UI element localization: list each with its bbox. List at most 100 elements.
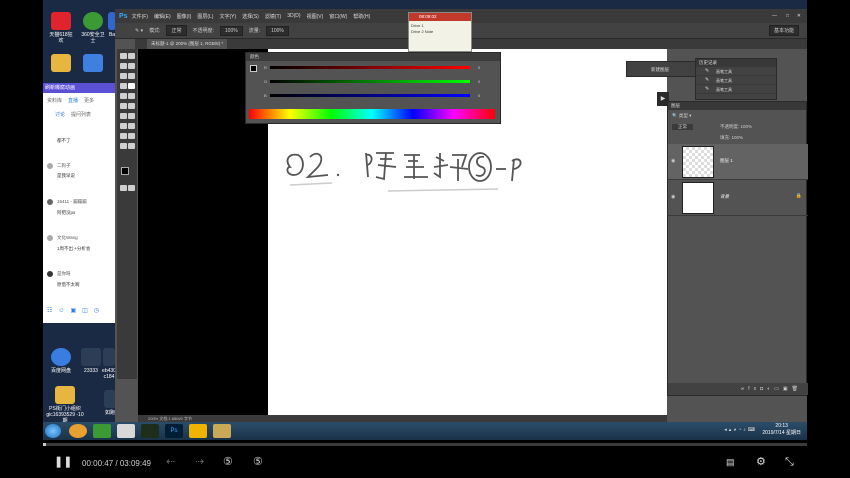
blend-mode-select[interactable]: 正常 bbox=[672, 124, 693, 130]
maximize-button[interactable]: □ bbox=[786, 13, 789, 19]
fg-swatch[interactable] bbox=[250, 65, 257, 72]
pen-tool-icon[interactable] bbox=[120, 123, 127, 129]
red-slider[interactable] bbox=[270, 66, 470, 69]
move-tool-icon[interactable] bbox=[120, 53, 127, 59]
minimize-button[interactable]: — bbox=[772, 13, 777, 19]
tab-library[interactable]: 资料库 bbox=[47, 97, 62, 104]
taskbar-browser-icon[interactable] bbox=[117, 424, 135, 438]
layer-name[interactable]: 图层 1 bbox=[720, 158, 733, 164]
menu-file[interactable]: 文件(F) bbox=[132, 13, 148, 20]
menu-3d[interactable]: 3D(D) bbox=[287, 13, 300, 19]
document-tab[interactable]: 未标题-1 @ 200% (图层 1, RGB/8) * bbox=[147, 39, 228, 49]
layer-opacity[interactable]: 不透明度: 100% bbox=[720, 124, 752, 130]
stamp-tool-icon[interactable] bbox=[120, 93, 127, 99]
path-select-tool-icon[interactable] bbox=[120, 133, 127, 139]
eye-icon[interactable]: ◉ bbox=[671, 158, 675, 164]
workspace-select[interactable]: 基本功能 bbox=[768, 25, 799, 36]
eye-icon[interactable]: ◉ bbox=[671, 194, 675, 200]
layer-row[interactable]: ◉ 背景 🔒 bbox=[668, 180, 808, 216]
crop-tool-icon[interactable] bbox=[120, 73, 127, 79]
menu-help[interactable]: 帮助(H) bbox=[353, 13, 370, 20]
history-brush-tool-icon[interactable] bbox=[128, 93, 135, 99]
mode-select[interactable]: 正常 bbox=[166, 25, 187, 36]
system-tray-icons[interactable]: ◂▴◕◔♪⌨ bbox=[724, 427, 757, 433]
layer-fill[interactable]: 填充: 100% bbox=[720, 135, 743, 141]
blur-tool-icon[interactable] bbox=[120, 113, 127, 119]
healing-tool-icon[interactable] bbox=[120, 83, 127, 89]
history-item[interactable]: 画笔工具 bbox=[696, 85, 776, 94]
shape-tool-icon[interactable] bbox=[128, 133, 135, 139]
bird-desktop-icon[interactable] bbox=[79, 54, 107, 74]
eraser-tool-icon[interactable] bbox=[120, 103, 127, 109]
chat-toolbar[interactable]: ☷☺▣◫◷ bbox=[47, 307, 105, 314]
sticky-note-window[interactable]: 08:09:02 Drive 1 Drive 2 Note bbox=[408, 12, 472, 52]
menu-type[interactable]: 文字(Y) bbox=[219, 13, 236, 20]
history-collapsed-panel[interactable]: 新建图层 bbox=[626, 61, 706, 77]
zoom-tool-icon[interactable] bbox=[128, 143, 135, 149]
opacity-field[interactable]: 100% bbox=[219, 25, 243, 36]
previous-icon[interactable]: ⇠ bbox=[166, 456, 175, 468]
pause-icon[interactable]: ❚❚ bbox=[54, 456, 72, 468]
next-icon[interactable]: ⇢ bbox=[195, 456, 204, 468]
history-item[interactable]: 画笔工具 bbox=[696, 76, 776, 85]
subtitle-icon[interactable]: ▤ bbox=[726, 456, 735, 468]
taskbar-360-icon[interactable] bbox=[93, 424, 111, 438]
screen-mode-icon[interactable] bbox=[128, 185, 135, 191]
lasso-tool-icon[interactable] bbox=[120, 63, 127, 69]
flow-field[interactable]: 100% bbox=[266, 25, 289, 36]
green-value[interactable]: 0 bbox=[478, 79, 480, 84]
tab-more[interactable]: 更多 bbox=[84, 97, 94, 104]
tab-questions[interactable]: 提问列表 bbox=[71, 111, 91, 118]
tab-live[interactable]: 直播 bbox=[68, 97, 78, 104]
brush-preset-icon[interactable]: ✎ ▾ bbox=[135, 28, 143, 34]
menu-view[interactable]: 视图(V) bbox=[307, 13, 324, 20]
tmall-icon bbox=[51, 12, 71, 30]
layer-name[interactable]: 背景 bbox=[720, 194, 729, 200]
rewind-5s-icon[interactable]: ⑤ bbox=[223, 456, 233, 468]
red-value[interactable]: 0 bbox=[478, 65, 480, 70]
gear-icon[interactable]: ⚙ bbox=[756, 456, 766, 468]
hand-tool-icon[interactable] bbox=[120, 143, 127, 149]
color-spectrum[interactable] bbox=[249, 109, 495, 119]
taskbar-clock[interactable]: 20:13 2019/7/14 星期日 bbox=[762, 423, 801, 437]
360-icon bbox=[83, 12, 103, 30]
forward-5s-icon[interactable]: ⑤ bbox=[253, 456, 263, 468]
tmall-desktop-icon[interactable]: 天猫618狂欢 bbox=[47, 12, 75, 44]
history-item[interactable]: 画笔工具 bbox=[696, 67, 776, 76]
menu-image[interactable]: 图像(I) bbox=[177, 13, 192, 20]
folder-desktop-icon-1[interactable] bbox=[47, 54, 75, 74]
gradient-tool-icon[interactable] bbox=[128, 103, 135, 109]
foreground-color-swatch[interactable] bbox=[121, 167, 129, 175]
brush-tool-icon[interactable] bbox=[128, 83, 135, 89]
menu-filter[interactable]: 滤镜(T) bbox=[265, 13, 281, 20]
close-button[interactable]: ✕ bbox=[797, 13, 801, 19]
fullscreen-exit-icon[interactable]: ⤡ bbox=[785, 456, 794, 468]
progress-track[interactable] bbox=[43, 443, 807, 446]
layer-filter-select[interactable]: 🔍 类型 ▾ bbox=[672, 113, 691, 119]
taskbar-app-icon[interactable] bbox=[189, 424, 207, 438]
taskbar-app-icon[interactable] bbox=[69, 424, 87, 438]
ps-folder-desktop-icon[interactable]: PS街门小组织 gic16393529 -10期 bbox=[45, 386, 85, 424]
green-slider[interactable] bbox=[270, 80, 470, 83]
dodge-tool-icon[interactable] bbox=[128, 113, 135, 119]
marquee-tool-icon[interactable] bbox=[128, 53, 135, 59]
baidu-netdisk-desktop-icon[interactable]: 百度网盘 bbox=[47, 348, 75, 374]
menu-select[interactable]: 选择(S) bbox=[242, 13, 259, 20]
quick-select-tool-icon[interactable] bbox=[128, 63, 135, 69]
taskbar-app-icon[interactable] bbox=[141, 424, 159, 438]
tab-discussion[interactable]: 讨论 bbox=[55, 111, 65, 118]
quick-mask-icon[interactable] bbox=[120, 185, 127, 191]
menu-layer[interactable]: 图层(L) bbox=[197, 13, 213, 20]
taskbar-photoshop-icon[interactable]: Ps bbox=[165, 424, 183, 438]
layer-row[interactable]: ◉ 图层 1 bbox=[668, 144, 808, 180]
menu-window[interactable]: 窗口(W) bbox=[329, 13, 347, 20]
blue-value[interactable]: 0 bbox=[478, 93, 480, 98]
menu-edit[interactable]: 编辑(E) bbox=[154, 13, 171, 20]
360-desktop-icon[interactable]: 360安全卫士 bbox=[79, 12, 107, 44]
start-button[interactable] bbox=[45, 424, 61, 438]
taskbar-explorer-icon[interactable] bbox=[213, 424, 231, 438]
type-tool-icon[interactable] bbox=[128, 123, 135, 129]
eyedropper-tool-icon[interactable] bbox=[128, 73, 135, 79]
layers-footer-buttons[interactable]: ∞fx◘◐▭▣🗑 bbox=[668, 383, 808, 395]
blue-slider[interactable] bbox=[270, 94, 470, 97]
